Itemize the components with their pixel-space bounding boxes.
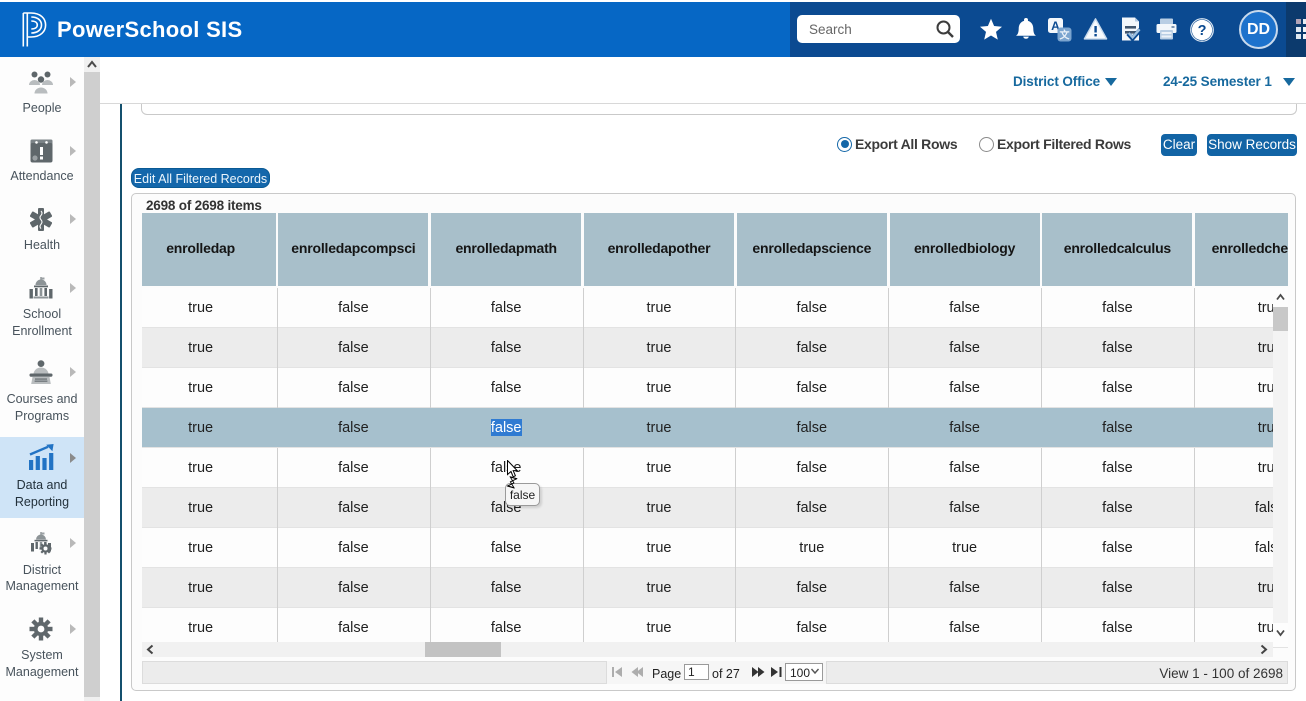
svg-text:文: 文 (1060, 29, 1071, 42)
svg-text:?: ? (1198, 23, 1207, 39)
